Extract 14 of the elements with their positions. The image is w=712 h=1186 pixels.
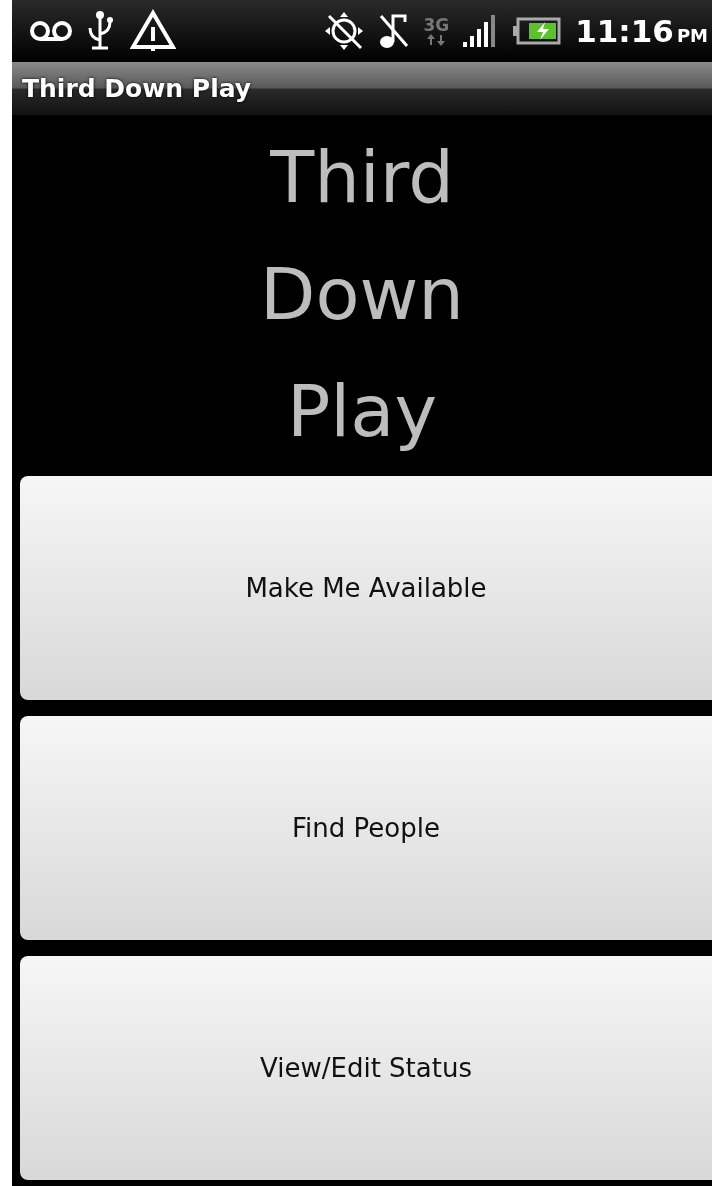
heading-line: Third	[270, 134, 454, 221]
menu-button[interactable]: Find People	[20, 716, 712, 940]
battery-charging-icon	[513, 17, 562, 45]
usb-icon	[86, 10, 116, 52]
heading-line: Play	[286, 368, 438, 455]
heading-line: Down	[260, 251, 464, 338]
voicemail-icon	[30, 20, 72, 42]
menu-button[interactable]: View/Edit Status	[20, 956, 712, 1180]
clock-time: 11:16	[575, 13, 674, 49]
clock-period: PM	[676, 25, 708, 46]
menu-button[interactable]: Make Me Available	[20, 476, 712, 700]
sound-off-icon	[379, 12, 410, 50]
app-title: Third Down Play	[22, 74, 252, 103]
warning-icon	[130, 9, 176, 53]
